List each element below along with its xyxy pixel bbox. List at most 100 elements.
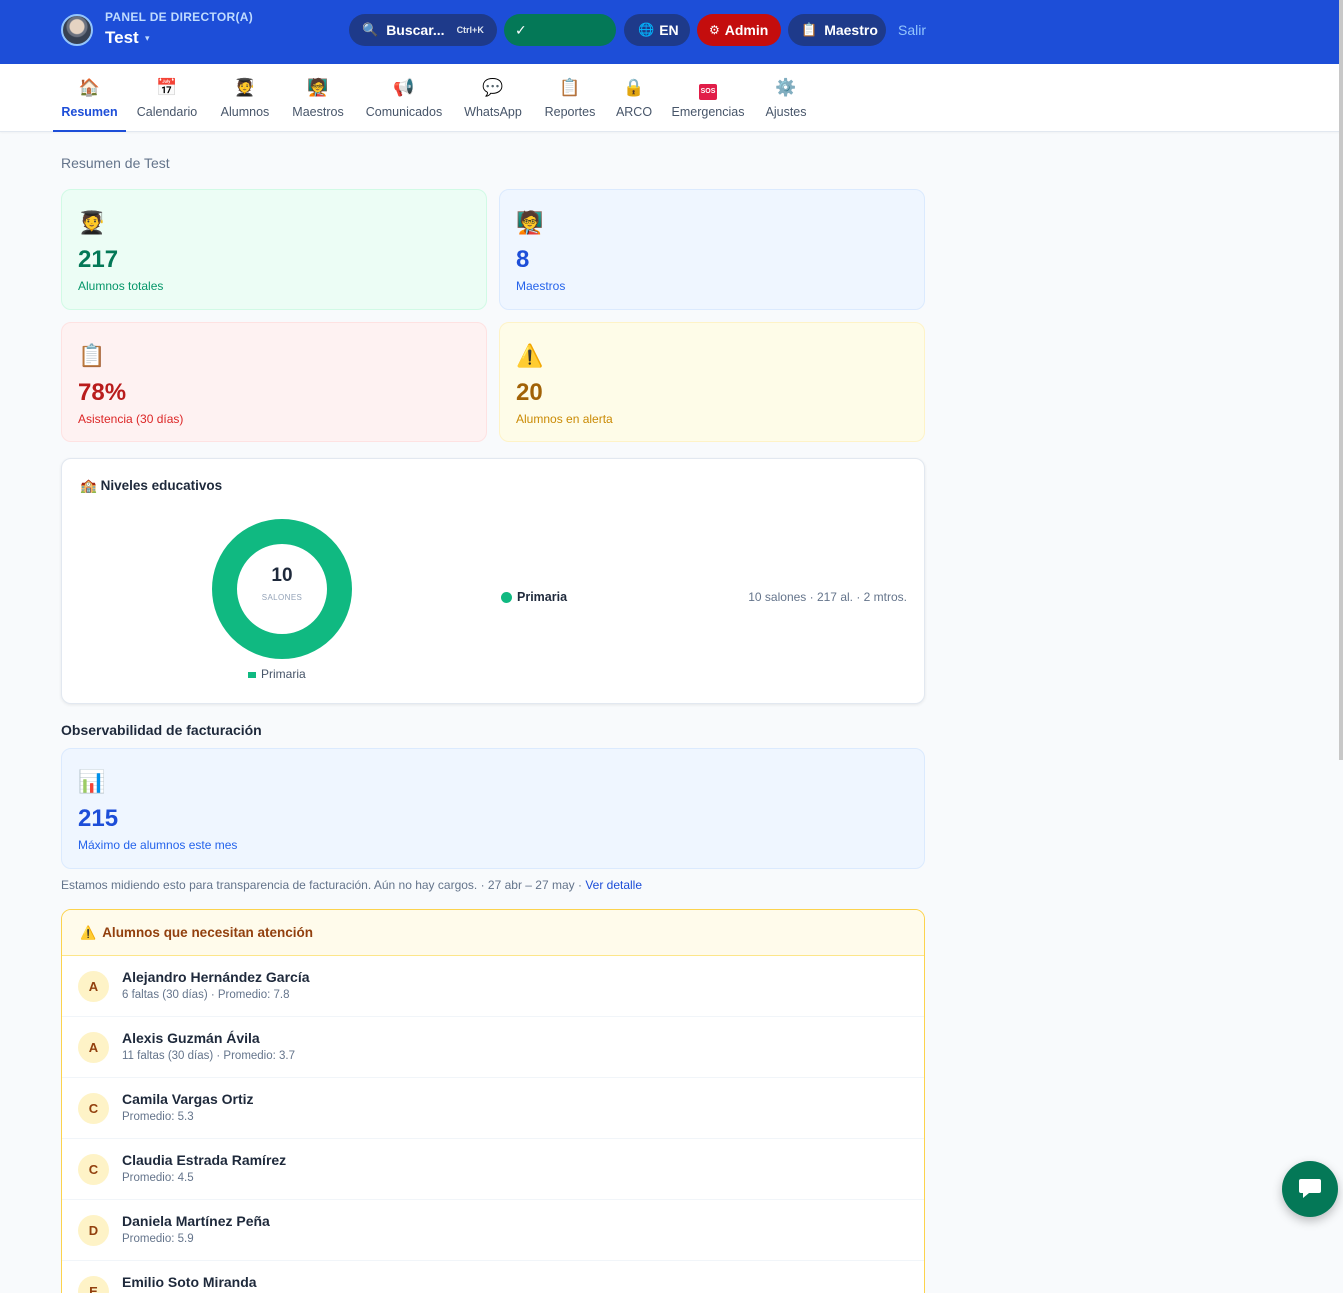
status-button[interactable]: ✓	[504, 14, 616, 46]
avatar: C	[78, 1093, 109, 1124]
tab-label: Maestros	[292, 105, 344, 119]
tab-label: WhatsApp	[464, 105, 522, 119]
billing-value: 215	[78, 805, 119, 832]
teacher-icon: 🧑‍🏫	[307, 78, 329, 97]
page-subtitle: Resumen de Test	[61, 155, 170, 171]
stat-card-alertas[interactable]: ⚠️ 20 Alumnos en alerta	[499, 322, 925, 442]
levels-title: 🏫 Niveles educativos	[80, 478, 222, 494]
tab-comunicados[interactable]: 📢 Comunicados	[362, 64, 446, 132]
maestro-button[interactable]: 📋 Maestro	[788, 14, 886, 46]
stat-card-maestros[interactable]: 🧑‍🏫 8 Maestros	[499, 189, 925, 310]
speech-bubble-icon: 💬	[482, 78, 504, 97]
admin-button[interactable]: ⚙ Admin	[697, 14, 781, 46]
avatar: D	[78, 1215, 109, 1246]
language-button[interactable]: 🌐 EN	[624, 14, 690, 46]
tab-maestros[interactable]: 🧑‍🏫 Maestros	[288, 64, 348, 132]
tab-resumen[interactable]: 🏠 Resumen	[53, 64, 126, 132]
tab-alumnos[interactable]: 🧑‍🎓 Alumnos	[214, 64, 276, 132]
home-icon: 🏠	[78, 78, 101, 97]
chart-icon: 📊	[78, 769, 106, 794]
donut-value: 10	[271, 565, 293, 586]
tab-label: Ajustes	[765, 105, 807, 119]
search-button[interactable]: 🔍 Buscar... Ctrl+K	[349, 14, 497, 46]
billing-label: Máximo de alumnos este mes	[78, 838, 238, 852]
calendar-icon: 📅	[156, 78, 178, 97]
sos-icon: SOS	[699, 84, 717, 100]
stat-label: Alumnos totales	[78, 279, 164, 293]
language-label: EN	[659, 22, 679, 38]
warning-icon: ⚠️	[80, 924, 97, 940]
student-name: Alexis Guzmán Ávila	[122, 1030, 260, 1046]
level-stats: 10 salones · 217 al. · 2 mtros.	[748, 590, 907, 604]
scrollbar[interactable]	[1339, 0, 1343, 760]
list-item[interactable]: D Daniela Martínez Peña Promedio: 5.9	[62, 1200, 924, 1261]
student-detail: Promedio: 4.5	[122, 1172, 194, 1184]
billing-detail-link[interactable]: Ver detalle	[585, 878, 642, 892]
billing-title: Observabilidad de facturación	[61, 722, 262, 738]
search-icon: 🔍	[362, 22, 379, 37]
school-selector[interactable]: Test	[105, 28, 139, 48]
tab-label: Alumnos	[220, 105, 270, 119]
legend-swatch	[248, 671, 256, 678]
student-detail: 11 faltas (30 días) · Promedio: 3.7	[122, 1050, 296, 1062]
tab-reportes[interactable]: 📋 Reportes	[540, 64, 600, 132]
student-name: Camila Vargas Ortiz	[122, 1091, 254, 1107]
billing-card: 📊 215 Máximo de alumnos este mes	[61, 748, 925, 869]
tab-ajustes[interactable]: ⚙️ Ajustes	[760, 64, 812, 132]
clipboard-icon: 📋	[559, 78, 581, 97]
alerts-title: Alumnos que necesitan atención	[102, 925, 313, 940]
level-name[interactable]: Primaria	[517, 590, 567, 604]
student-name: Alejandro Hernández García	[122, 969, 310, 985]
top-bar: PANEL DE DIRECTOR(A) Test ▾ 🔍 Buscar... …	[0, 0, 1343, 64]
list-item[interactable]: A Alejandro Hernández García 6 faltas (3…	[62, 956, 924, 1017]
student-detail: 6 faltas (30 días) · Promedio: 7.8	[122, 989, 290, 1001]
school-icon: 🏫	[80, 478, 97, 493]
tab-whatsapp[interactable]: 💬 WhatsApp	[460, 64, 526, 132]
donut-label: SALONES	[261, 593, 303, 602]
clipboard-icon: 📋	[78, 343, 106, 368]
student-icon: 🧑‍🎓	[78, 210, 106, 235]
logout-link[interactable]: Salir	[898, 22, 926, 38]
tab-label: ARCO	[615, 105, 653, 119]
stat-label: Asistencia (30 días)	[78, 412, 184, 426]
list-item[interactable]: C Claudia Estrada Ramírez Promedio: 4.5	[62, 1139, 924, 1200]
donut-segment-primaria[interactable]	[212, 519, 352, 659]
billing-note-text: Estamos midiendo esto para transparencia…	[61, 878, 582, 892]
chat-button[interactable]	[1282, 1161, 1338, 1217]
clipboard-icon: 📋	[801, 22, 818, 37]
levels-donut	[212, 519, 352, 659]
tab-label: Resumen	[61, 105, 118, 119]
lock-icon: 🔒	[623, 78, 645, 97]
student-name: Daniela Martínez Peña	[122, 1213, 270, 1229]
list-item[interactable]: C Camila Vargas Ortiz Promedio: 5.3	[62, 1078, 924, 1139]
list-item[interactable]: A Alexis Guzmán Ávila 11 faltas (30 días…	[62, 1017, 924, 1078]
stat-value: 78%	[78, 379, 127, 406]
levels-title-text: Niveles educativos	[100, 478, 223, 493]
level-color-dot	[501, 592, 512, 603]
tab-arco[interactable]: 🔒 ARCO	[612, 64, 656, 132]
gear-icon: ⚙️	[775, 78, 797, 97]
tab-calendario[interactable]: 📅 Calendario	[134, 64, 200, 132]
avatar: E	[78, 1276, 109, 1293]
list-item[interactable]: E Emilio Soto Miranda	[62, 1261, 924, 1293]
avatar: A	[78, 1032, 109, 1063]
tab-emergencias[interactable]: SOS Emergencias	[668, 64, 748, 132]
avatar[interactable]	[61, 14, 93, 46]
alerts-header: ⚠️ Alumnos que necesitan atención	[62, 910, 924, 956]
levels-panel: 🏫 Niveles educativos 10 SALONES Primaria…	[61, 458, 925, 704]
admin-label: Admin	[724, 22, 769, 38]
megaphone-icon: 📢	[393, 78, 415, 97]
alerts-panel: ⚠️ Alumnos que necesitan atención A Alej…	[61, 909, 925, 1293]
avatar: C	[78, 1154, 109, 1185]
stat-card-asistencia[interactable]: 📋 78% Asistencia (30 días)	[61, 322, 487, 442]
teacher-icon: 🧑‍🏫	[516, 210, 544, 235]
student-detail: Promedio: 5.9	[122, 1233, 194, 1245]
stat-card-alumnos[interactable]: 🧑‍🎓 217 Alumnos totales	[61, 189, 487, 310]
main-nav: 🏠 Resumen 📅 Calendario 🧑‍🎓 Alumnos 🧑‍🏫 M…	[0, 64, 1343, 132]
chevron-down-icon[interactable]: ▾	[145, 33, 150, 44]
globe-icon: 🌐	[638, 22, 655, 37]
check-icon: ✓	[515, 21, 527, 38]
maestro-label: Maestro	[824, 22, 878, 38]
stat-label: Maestros	[516, 279, 566, 293]
gear-icon: ⚙	[709, 23, 720, 37]
